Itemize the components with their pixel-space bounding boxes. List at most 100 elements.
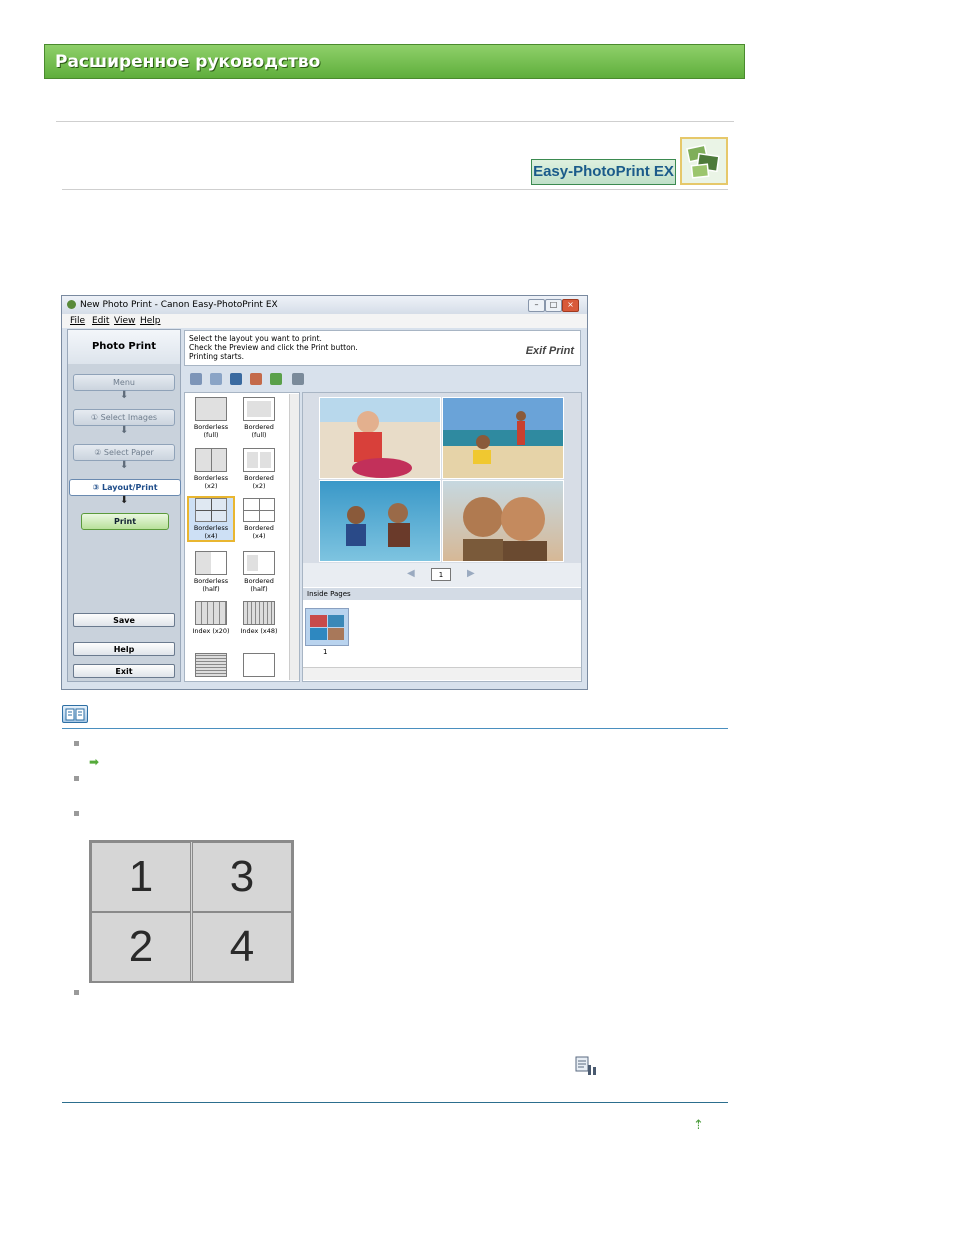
grid-cell: 1	[91, 842, 191, 912]
layout-list: Borderless (full) Bordered (full) Borderl…	[184, 392, 300, 682]
instruction-line: Printing starts.	[189, 352, 244, 361]
photo-1[interactable]	[319, 397, 441, 479]
manual-header: Расширенное руководство	[44, 44, 745, 79]
rotate-right-icon[interactable]	[210, 373, 222, 385]
menu-file[interactable]: File	[70, 316, 85, 326]
photo-3[interactable]	[319, 480, 441, 562]
product-logo: Easy-PhotoPrint EX	[531, 159, 676, 185]
down-arrow-icon: ⬇	[120, 460, 129, 471]
link-arrow-icon[interactable]: ➡	[89, 755, 99, 769]
page-navigator: ◀ 1 ▶	[303, 563, 581, 587]
layout-index-x20[interactable]: Index (x20)	[189, 601, 233, 635]
rotate-left-icon[interactable]	[190, 373, 202, 385]
layout-print-button[interactable]: ③ Layout/Print	[69, 479, 181, 496]
layout-label: Bordered	[244, 577, 274, 585]
print-button[interactable]: Print	[81, 513, 169, 530]
bullet	[74, 776, 79, 781]
layout-label: Borderless	[193, 577, 229, 585]
layout-label: Bordered (full)	[244, 423, 274, 439]
exit-button[interactable]: Exit	[73, 664, 175, 678]
layout-label: Borderless	[193, 423, 229, 431]
bullet	[74, 811, 79, 816]
grid-cell: 4	[192, 912, 292, 982]
manual-title: Расширенное руководство	[55, 52, 321, 72]
grid-cell: 3	[192, 842, 292, 912]
next-page-icon[interactable]: ▶	[467, 568, 475, 579]
crop-icon[interactable]	[230, 373, 242, 385]
divider	[62, 189, 728, 190]
menu-bar: File Edit View Help	[62, 314, 587, 328]
layout-label: Bordered (x2)	[244, 474, 274, 490]
print-order-diagram: 1 3 2 4	[89, 840, 294, 983]
instructions-panel: Select the layout you want to print. Che…	[184, 330, 581, 366]
help-button[interactable]: Help	[73, 642, 175, 656]
note-book-icon	[62, 705, 88, 723]
layout-bordered-x4[interactable]: Bordered (x4)	[237, 498, 281, 540]
layout-label: (x2)	[204, 482, 218, 490]
back-to-top-icon[interactable]: ⇡	[693, 1118, 704, 1133]
select-paper-button[interactable]: ② Select Paper	[73, 444, 175, 461]
photo-2[interactable]	[442, 397, 564, 479]
layout-bordered-half[interactable]: Bordered (half)	[237, 551, 281, 593]
instruction-line: Check the Preview and click the Print bu…	[189, 343, 358, 352]
menu-step-button[interactable]: Menu	[73, 374, 175, 391]
layout-bordered-x2[interactable]: Bordered (x2)	[237, 448, 281, 490]
layout-label: Bordered (x4)	[244, 524, 274, 540]
menu-edit[interactable]: Edit	[92, 316, 109, 326]
layout-scrollbar[interactable]	[289, 394, 299, 680]
frame-icon[interactable]	[250, 373, 262, 385]
left-pane-title: Photo Print	[68, 330, 180, 364]
title-bar: New Photo Print - Canon Easy-PhotoPrint …	[62, 296, 587, 314]
app-icon	[67, 300, 76, 309]
layout-more[interactable]	[237, 653, 281, 679]
layout-borderless-x4[interactable]: Borderless (x4)	[187, 496, 235, 542]
select-images-button[interactable]: ① Select Images	[73, 409, 175, 426]
layout-borderless-half[interactable]: Borderless (half)	[189, 551, 233, 593]
instruction-line: Select the layout you want to print.	[189, 334, 322, 343]
page-number[interactable]: 1	[431, 568, 451, 581]
previous-page-icon[interactable]: ◀	[407, 568, 415, 579]
toolbar	[184, 368, 581, 390]
layout-borderless-full[interactable]: Borderless (full)	[189, 397, 233, 439]
thumbnail-number: 1	[323, 648, 328, 656]
bottom-divider	[62, 1102, 728, 1103]
layout-label: Index (x48)	[240, 627, 278, 635]
layout-index-x48[interactable]: Index (x48)	[237, 601, 281, 635]
layout-more[interactable]	[189, 653, 233, 679]
photos-icon	[680, 137, 728, 185]
layout-label: Index (x20)	[192, 627, 230, 635]
layout-borderless-x2[interactable]: Borderless (x2)	[189, 448, 233, 490]
preview-pane: ◀ 1 ▶ Inside Pages 1	[302, 392, 582, 682]
settings-icon[interactable]	[292, 373, 304, 385]
layout-label: (full)	[203, 431, 219, 439]
layout-label: (x4)	[204, 532, 218, 540]
app-window: New Photo Print - Canon Easy-PhotoPrint …	[61, 295, 588, 690]
preview-area	[303, 393, 581, 563]
bullet	[74, 990, 79, 995]
down-arrow-icon: ⬇	[120, 495, 129, 506]
page-thumbnail[interactable]	[305, 608, 349, 646]
menu-help[interactable]: Help	[140, 316, 161, 326]
layout-label: Borderless	[193, 524, 229, 532]
minimize-button[interactable]: –	[528, 299, 545, 312]
settings-icon	[574, 1055, 598, 1077]
layout-label: (half)	[250, 585, 268, 593]
exif-print-logo: Exif Print	[525, 345, 574, 357]
note-divider	[62, 728, 728, 729]
photo-4[interactable]	[442, 480, 564, 562]
maximize-button[interactable]: □	[545, 299, 562, 312]
down-arrow-icon: ⬇	[120, 390, 129, 401]
window-title: New Photo Print - Canon Easy-PhotoPrint …	[80, 300, 278, 310]
inside-pages-header: Inside Pages	[303, 588, 581, 600]
grid-cell: 2	[91, 912, 191, 982]
layout-label: (half)	[202, 585, 220, 593]
divider	[56, 121, 734, 122]
layout-label: Borderless	[193, 474, 229, 482]
bullet	[74, 741, 79, 746]
menu-view[interactable]: View	[114, 316, 135, 326]
save-button[interactable]: Save	[73, 613, 175, 627]
correct-image-icon[interactable]	[270, 373, 282, 385]
layout-bordered-full[interactable]: Bordered (full)	[237, 397, 281, 439]
thumbnail-scrollbar[interactable]	[303, 667, 581, 680]
close-button[interactable]: ×	[562, 299, 579, 312]
